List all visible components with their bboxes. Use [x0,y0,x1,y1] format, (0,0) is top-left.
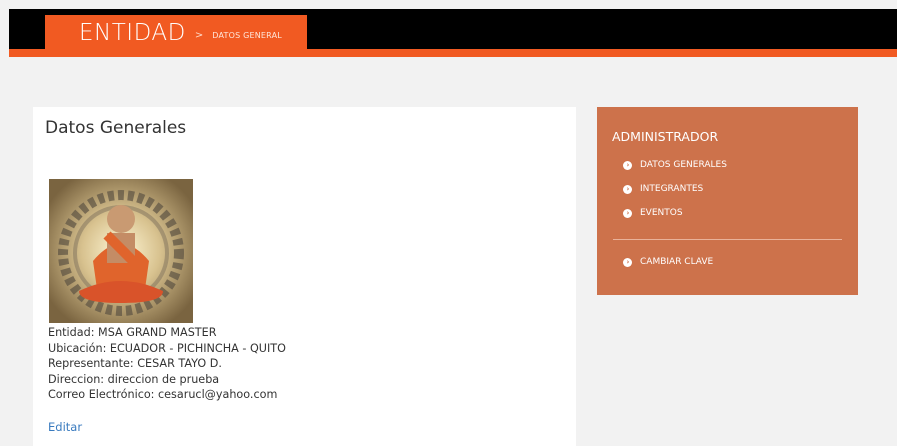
sidebar-item-cambiar-clave[interactable]: › CAMBIAR CLAVE [623,257,713,267]
breadcrumb: ENTIDAD > DATOS GENERAL [45,15,307,51]
entity-representative: Representante: CESAR TAYO D. [48,357,222,370]
entity-details-card: Datos Generales Entidad: MSA GRAND MASTE… [33,107,576,446]
page-title: Datos Generales [45,118,187,138]
sidebar-title: ADMINISTRADOR [612,129,719,144]
entity-location: Ubicación: ECUADOR - PICHINCHA - QUITO [48,341,286,355]
sidebar-item-integrantes[interactable]: › INTEGRANTES [623,184,703,194]
edit-link[interactable]: Editar [48,420,82,434]
sidebar-item-label: EVENTOS [640,208,683,218]
sidebar-item-datos-generales[interactable]: › DATOS GENERALES [623,160,727,170]
admin-sidebar: ADMINISTRADOR › DATOS GENERALES › INTEGR… [597,107,858,295]
sidebar-item-label: CAMBIAR CLAVE [640,257,714,267]
entity-info: Entidad: MSA GRAND MASTER Ubicación: ECU… [48,325,286,403]
entity-address: Direccion: direccion de prueba [48,372,220,386]
arrow-circle-right-icon: › [623,184,632,194]
sidebar-item-label: INTEGRANTES [640,184,704,194]
sidebar-item-label: DATOS GENERALES [640,160,727,170]
sidebar-item-eventos[interactable]: › EVENTOS [623,208,683,218]
arrow-circle-right-icon: › [623,208,632,218]
arrow-circle-right-icon: › [623,257,632,267]
sidebar-divider [613,239,842,240]
breadcrumb-separator: > [194,29,204,41]
breadcrumb-current: DATOS GENERAL [212,30,282,40]
entity-email: Correo Electrónico: cesarucl@yahoo.com [48,388,278,401]
arrow-circle-right-icon: › [623,160,632,170]
breadcrumb-section[interactable]: ENTIDAD [79,20,186,46]
entity-image [49,179,193,323]
entity-name: Entidad: MSA GRAND MASTER [48,326,217,339]
